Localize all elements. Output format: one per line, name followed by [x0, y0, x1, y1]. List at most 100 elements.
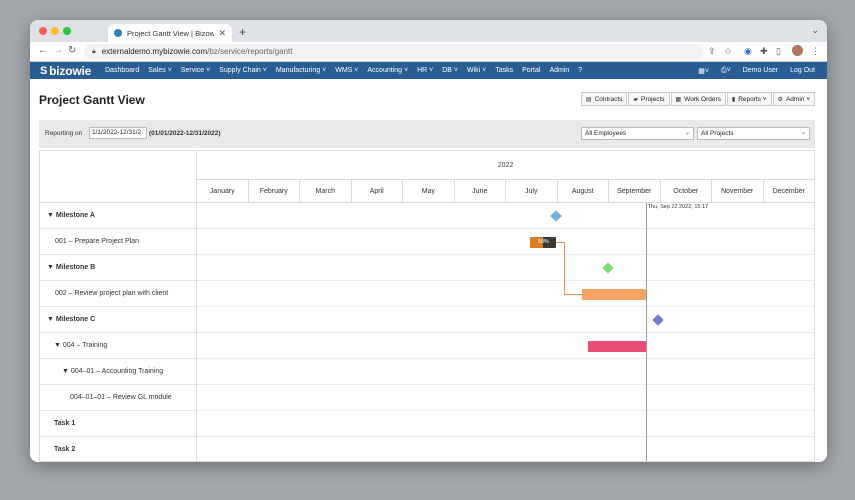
nav-item-dashboard[interactable]: Dashboard — [105, 67, 139, 74]
chevron-down-icon: ⌄ — [800, 130, 806, 136]
bizowie-favicon-icon — [114, 29, 122, 37]
nav-item-tasks[interactable]: Tasks — [495, 67, 513, 74]
reports-label: Reports ˅ — [738, 95, 767, 103]
nav-item-supply-chain[interactable]: Supply Chain ˅ — [219, 67, 267, 74]
page-title: Project Gantt View — [39, 93, 145, 107]
back-icon[interactable]: ← — [38, 45, 48, 56]
reports-button[interactable]: ▮ Reports ˅ — [726, 92, 772, 106]
month-header: May — [403, 180, 455, 203]
forward-icon[interactable]: → — [53, 45, 63, 56]
timeline-row — [197, 411, 814, 437]
task-row[interactable]: 004–01–01 – Review GL module — [40, 385, 196, 411]
today-label: Thu, Sep 22 2022, 15:17 — [647, 204, 709, 210]
projects-select[interactable]: All Projects ⌄ — [697, 127, 810, 140]
calculator-icon[interactable]: ▦˅ — [698, 67, 709, 75]
projects-button[interactable]: ▰ Projects — [628, 92, 670, 106]
contracts-label: Contracts — [594, 95, 623, 103]
task-002-bar[interactable] — [582, 288, 646, 300]
nav-item-accounting[interactable]: Accounting ˅ — [367, 67, 408, 74]
print-icon[interactable]: ⎙˅ — [721, 67, 731, 75]
bizowie-logo[interactable]: S bizowie — [30, 64, 105, 78]
task-001-bar[interactable]: 50% — [530, 236, 557, 248]
gear-icon: ⚙ — [777, 96, 783, 103]
task-list: ▼ Milestone A 001 – Prepare Project Plan ▼… — [40, 151, 197, 461]
date-range-text: (01/01/2022-12/31/2022) — [149, 130, 221, 137]
new-tab-icon[interactable]: + — [239, 25, 246, 39]
help-icon[interactable]: ? — [578, 67, 582, 74]
reload-icon[interactable]: ↻ — [68, 45, 76, 56]
address-bar[interactable]: 🔒︎ externaldemo.mybizowie.com/bz/service… — [84, 44, 704, 59]
reporting-on-label: Reporting on — [45, 130, 83, 137]
browser-toolbar: ← → ↻ 🔒︎ externaldemo.mybizowie.com/bz/s… — [30, 42, 827, 62]
task-row[interactable]: ▼ Milestone A — [40, 203, 196, 229]
browser-tab[interactable]: Project Gantt View | Bizowie E ✕ — [108, 24, 232, 42]
year-header: 2022 — [197, 151, 814, 180]
task-row[interactable]: ▼ 004 – Training — [40, 333, 196, 359]
timeline-row — [197, 437, 814, 461]
task-004-bar[interactable] — [587, 340, 646, 352]
timeline-row — [197, 385, 814, 411]
close-window-icon[interactable] — [39, 27, 47, 35]
nav-item-manufacturing[interactable]: Manufacturing ˅ — [276, 67, 326, 74]
month-header: April — [351, 180, 403, 203]
password-manager-icon[interactable]: ◉ — [744, 46, 752, 57]
close-tab-icon[interactable]: ✕ — [218, 28, 226, 39]
contracts-button[interactable]: ▤ Contracts — [580, 92, 628, 106]
task-row[interactable]: 002 – Review project plan with client — [40, 281, 196, 307]
url-path: /bz/service/reports/gantt — [207, 47, 293, 56]
employees-select[interactable]: All Employees ⌄ — [581, 127, 694, 140]
chrome-menu-icon[interactable]: ⋮ — [811, 46, 820, 57]
task-row[interactable]: ▼ 004–01 – Accounting Training — [40, 359, 196, 385]
gantt-timeline: 2022 January February March April May June Jul… — [197, 151, 814, 461]
bookmark-star-icon[interactable]: ☆ — [724, 46, 732, 57]
timeline-row — [197, 255, 814, 281]
employees-select-value: All Employees — [585, 130, 627, 137]
nav-item-service[interactable]: Service ˅ — [181, 67, 210, 74]
tab-search-icon[interactable]: ⌄ — [811, 25, 819, 36]
month-header: September — [609, 180, 661, 203]
task-row[interactable]: 001 – Prepare Project Plan — [40, 229, 196, 255]
task-001-progress-label: 50% — [537, 238, 549, 245]
work-orders-button[interactable]: ▦ Work Orders — [670, 92, 726, 106]
task-row[interactable]: Task 1 — [40, 411, 196, 437]
admin-label: Admin ˅ — [785, 95, 810, 103]
extensions-icon[interactable]: ✚ — [760, 46, 768, 57]
date-range-input[interactable]: 1/1/2022-12/31/2 — [89, 127, 147, 139]
bizowie-logo-icon: S — [40, 64, 48, 77]
nav-item-sales[interactable]: Sales ˅ — [148, 67, 172, 74]
timeline-row — [197, 281, 814, 307]
admin-button[interactable]: ⚙ Admin ˅ — [772, 92, 815, 106]
month-header: October — [660, 180, 712, 203]
month-header: December — [763, 180, 814, 203]
nav-item-admin[interactable]: Admin — [549, 67, 569, 74]
dependency-link — [564, 242, 566, 294]
profile-avatar[interactable] — [792, 45, 803, 56]
task-row[interactable]: ▼ Milestone B — [40, 255, 196, 281]
share-icon[interactable]: ⇪ — [708, 46, 716, 57]
user-menu[interactable]: Demo User — [743, 67, 778, 74]
contracts-icon: ▤ — [585, 96, 592, 103]
url-host: externaldemo.mybizowie.com — [101, 47, 208, 56]
dependency-link — [556, 242, 565, 243]
task-row[interactable]: ▼ Milestone C — [40, 307, 196, 333]
page-header: Project Gantt View ▤ Contracts ▰ Projects … — [30, 79, 827, 119]
logout-link[interactable]: Log Out — [790, 67, 815, 74]
nav-item-wiki[interactable]: Wiki ˅ — [467, 67, 486, 74]
minimize-window-icon[interactable] — [51, 27, 59, 35]
timeline-row — [197, 307, 814, 333]
nav-item-portal[interactable]: Portal — [522, 67, 540, 74]
tab-strip: Project Gantt View | Bizowie E ✕ + ⌄ — [30, 20, 827, 42]
grid-icon: ▦ — [675, 96, 682, 103]
nav-item-wms[interactable]: WMS ˅ — [335, 67, 358, 74]
work-orders-label: Work Orders — [684, 95, 721, 103]
chevron-down-icon: ⌄ — [684, 130, 690, 136]
month-header: June — [454, 180, 506, 203]
nav-item-db[interactable]: DB ˅ — [442, 67, 458, 74]
task-row[interactable]: Task 2 — [40, 437, 196, 461]
nav-item-hr[interactable]: HR ˅ — [417, 67, 433, 74]
maximize-window-icon[interactable] — [63, 27, 71, 35]
month-header: February — [248, 180, 300, 203]
projects-select-value: All Projects — [701, 130, 734, 137]
timeline-row — [197, 333, 814, 359]
sidebar-icon[interactable]: ▯ — [776, 46, 781, 57]
